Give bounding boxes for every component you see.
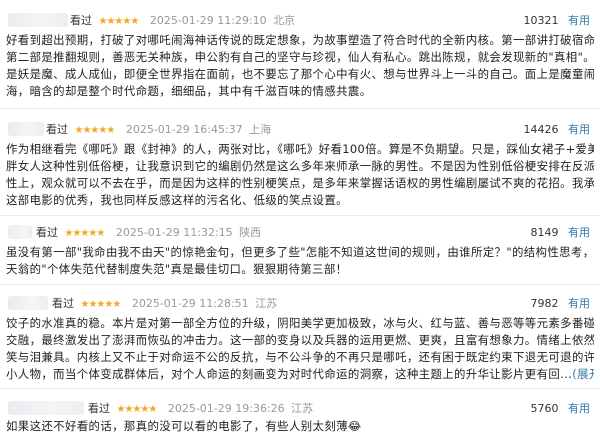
useful-button[interactable]: 有用: [568, 297, 590, 310]
star-rating-icon: ★★★★★: [80, 299, 122, 310]
review-content: 作为相继看完《哪吒》跟《封神》的人，两张对比，《哪吒》好看100倍。算是不负期望…: [6, 141, 594, 209]
review-meta: 看过 ★★★★★ 2025-01-29 19:36:26 江苏 5760 有用: [0, 398, 600, 420]
review-text-line: 小人物，而当个体变成群体后，对个人命运的刻画变为对时代命运的洞察，这种主题上的升…: [6, 366, 594, 383]
review-text-line: 这部电影的优秀，我也同样反感这样的污名化、低级的笑点设置。: [6, 193, 348, 207]
vote-area: 14426 有用: [524, 121, 591, 137]
review-time: 2025-01-29 11:28:51: [131, 297, 249, 310]
useful-button[interactable]: 有用: [568, 402, 590, 415]
review-location: 北京: [273, 14, 296, 27]
review-info: 看过 ★★★★★ 2025-01-29 11:29:10 北京: [70, 12, 295, 28]
useful-button[interactable]: 有用: [568, 123, 590, 136]
review-info: 看过 ★★★★★ 2025-01-29 16:45:37 上海: [46, 121, 271, 137]
review-time: 2025-01-29 16:45:37: [125, 123, 243, 136]
vote-area: 10321 有用: [524, 12, 591, 28]
review-info: 看过 ★★★★★ 2025-01-29 19:36:26 江苏: [88, 400, 313, 416]
review-text-line: 好看到超出预期，打破了对哪吒闹海神话传说的既定想象，为故事塑造了符合时代的全新内…: [6, 33, 594, 47]
vote-count: 10321: [523, 14, 559, 27]
username-blurred[interactable]: [8, 296, 48, 310]
watch-status: 看过: [52, 297, 74, 310]
review-time: 2025-01-29 19:36:26: [167, 402, 285, 415]
review-content: 饺子的水准真的稳。本片是对第一部全方位的升级，阴阳美学更加极致，冰与火、红与蓝、…: [6, 315, 594, 383]
star-rating-icon: ★★★★★: [98, 16, 140, 27]
review-location: 江苏: [255, 297, 278, 310]
useful-button[interactable]: 有用: [568, 226, 590, 239]
review-location: 陕西: [239, 226, 262, 239]
review-time: 2025-01-29 11:32:15: [115, 226, 233, 239]
vote-count: 8149: [530, 226, 559, 239]
review-location: 江苏: [291, 402, 314, 415]
review-item: 看过 ★★★★★ 2025-01-29 11:28:51 江苏 7982 有用 …: [0, 293, 600, 381]
username-blurred[interactable]: [8, 225, 32, 239]
review-text-line: 交融，最终激发出了澎湃而恢弘的冲击力。这一部的变身以及兵器的运用更燃、更爽，且富…: [6, 333, 594, 347]
review-text-line: 天翁的"个体失范代替制度失范"真是最佳切口。狠狠期待第三部！: [6, 262, 348, 276]
review-meta: 看过 ★★★★★ 2025-01-29 11:32:15 陕西 8149 有用: [0, 222, 600, 244]
vote-count: 7982: [530, 297, 559, 310]
username-blurred[interactable]: [8, 401, 84, 415]
vote-count: 5760: [530, 402, 559, 415]
useful-button[interactable]: 有用: [568, 14, 590, 27]
review-meta: 看过 ★★★★★ 2025-01-29 11:29:10 北京 10321 有用: [0, 10, 600, 32]
vote-count: 14426: [523, 123, 559, 136]
review-text-line: 饺子的水准真的稳。本片是对第一部全方位的升级，阴阳美学更加极致，冰与火、红与蓝、…: [6, 316, 594, 330]
review-text-line: 是妖是魔、成人成仙，即便全世界指在面前，也不要忘了那个心中有火、想与世界斗上一斗…: [6, 67, 594, 81]
review-item: 看过 ★★★★★ 2025-01-29 11:29:10 北京 10321 有用…: [0, 10, 600, 98]
vote-area: 7982 有用: [531, 295, 591, 311]
review-text-line: 如果这还不好看的话，那真的没可以看的电影了，有些人别太刻薄😂: [6, 419, 362, 433]
review-content: 虽没有第一部"我命由我不由天"的惊艳金句，但更多了些"怎能不知道这世间的规则，由…: [6, 244, 594, 278]
review-content: 如果这还不好看的话，那真的没可以看的电影了，有些人别太刻薄😂: [6, 418, 594, 435]
divider: [0, 284, 600, 285]
watch-status: 看过: [88, 402, 110, 415]
star-rating-icon: ★★★★★: [64, 228, 106, 239]
review-meta: 看过 ★★★★★ 2025-01-29 11:28:51 江苏 7982 有用: [0, 293, 600, 315]
review-item: 看过 ★★★★★ 2025-01-29 11:32:15 陕西 8149 有用 …: [0, 222, 600, 276]
username-blurred[interactable]: [8, 13, 68, 27]
review-info: 看过 ★★★★★ 2025-01-29 11:32:15 陕西: [36, 224, 261, 240]
review-text-line: 第二部是推翻规则，善恶无关种族，申公豹有自己的坚守与珍视，仙人有私心。跳出陈规，…: [6, 50, 594, 64]
divider: [0, 388, 600, 389]
review-text-line: 胖女人这种性别低俗梗，让我意识到它的编剧仍然是这么多年来师承一脉的男性。不是因为…: [6, 159, 594, 173]
review-item: 看过 ★★★★★ 2025-01-29 19:36:26 江苏 5760 有用 …: [0, 398, 600, 434]
review-text-line: 海，暗含的却是整个时代命题，细细品，其中有千滋百味的情感共震。: [6, 84, 372, 98]
star-rating-icon: ★★★★★: [74, 125, 116, 136]
expand-link[interactable]: (展开): [572, 367, 594, 381]
review-text-line: 虽没有第一部"我命由我不由天"的惊艳金句，但更多了些"怎能不知道这世间的规则，由…: [6, 245, 594, 259]
watch-status: 看过: [36, 226, 58, 239]
star-rating-icon: ★★★★★: [116, 404, 158, 415]
review-text-truncated: 小人物，而当个体变成群体后，对个人命运的刻画变为对时代命运的洞察，这种主题上的升…: [6, 367, 573, 381]
watch-status: 看过: [46, 123, 68, 136]
review-text-line: 笑与泪兼具。内核上又不止于对命运不公的反抗，与不公斗争的不再只是哪吒，还有困于既…: [6, 350, 594, 364]
review-text-line: 作为相继看完《哪吒》跟《封神》的人，两张对比，《哪吒》好看100倍。算是不负期望…: [6, 142, 594, 156]
review-time: 2025-01-29 11:29:10: [149, 14, 267, 27]
review-meta: 看过 ★★★★★ 2025-01-29 16:45:37 上海 14426 有用: [0, 119, 600, 141]
review-item: 看过 ★★★★★ 2025-01-29 16:45:37 上海 14426 有用…: [0, 119, 600, 207]
review-text-line: 性上，观众就可以不去在乎，而是因为这样的性别梗笑点，是多年来掌握话语权的男性编剧…: [6, 176, 594, 190]
watch-status: 看过: [70, 14, 92, 27]
vote-area: 8149 有用: [531, 224, 591, 240]
username-blurred[interactable]: [8, 122, 44, 136]
review-list: 看过 ★★★★★ 2025-01-29 11:29:10 北京 10321 有用…: [0, 0, 600, 434]
review-location: 上海: [249, 123, 272, 136]
review-content: 好看到超出预期，打破了对哪吒闹海神话传说的既定想象，为故事塑造了符合时代的全新内…: [6, 32, 594, 100]
vote-area: 5760 有用: [531, 400, 591, 416]
divider: [0, 215, 600, 216]
review-info: 看过 ★★★★★ 2025-01-29 11:28:51 江苏: [52, 295, 277, 311]
divider: [0, 108, 600, 109]
